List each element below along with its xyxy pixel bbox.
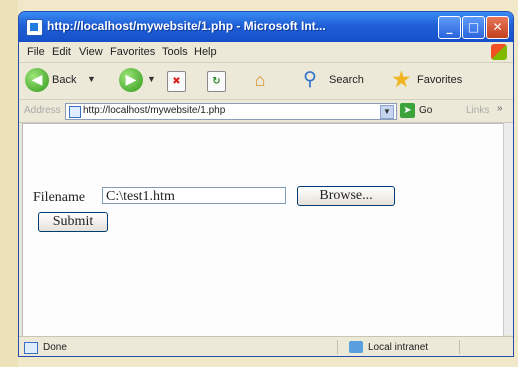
favorites-button-label[interactable]: Favorites xyxy=(417,74,462,86)
title-bar[interactable]: http://localhost/mywebsite/1.php - Micro… xyxy=(19,12,513,42)
vertical-scrollbar[interactable] xyxy=(503,123,513,335)
page-icon xyxy=(69,106,81,118)
minimize-button[interactable]: _ xyxy=(438,16,461,39)
links-chevron-icon[interactable]: » xyxy=(497,103,503,114)
ie-page-icon xyxy=(26,19,43,36)
address-label: Address xyxy=(24,105,61,116)
go-arrow-icon[interactable]: ➤ xyxy=(400,103,415,118)
status-bar: Done Local intranet xyxy=(19,336,513,356)
status-divider xyxy=(459,340,460,354)
refresh-icon[interactable]: ↻ xyxy=(207,71,226,92)
go-button-label[interactable]: Go xyxy=(419,105,432,116)
menu-help[interactable]: Help xyxy=(194,46,217,58)
submit-button[interactable]: Submit xyxy=(38,212,108,232)
menu-bar: File Edit View Favorites Tools Help xyxy=(19,42,513,63)
address-dropdown-chevron-icon[interactable]: ▼ xyxy=(380,105,394,119)
filename-input[interactable]: C:\test1.htm xyxy=(102,187,286,204)
forward-arrow-icon[interactable]: ▶ xyxy=(119,68,143,92)
address-bar: Address http://localhost/mywebsite/1.php… xyxy=(19,100,513,123)
search-button-label[interactable]: Search xyxy=(329,74,364,86)
address-url[interactable]: http://localhost/mywebsite/1.php xyxy=(83,105,225,116)
links-label[interactable]: Links xyxy=(466,105,489,116)
search-icon[interactable]: ⚲ xyxy=(303,69,317,91)
back-button-label[interactable]: Back xyxy=(52,74,76,86)
stop-icon[interactable]: ✖ xyxy=(167,71,186,92)
filename-label: Filename xyxy=(33,190,86,205)
forward-dropdown-chevron-icon[interactable]: ▼ xyxy=(147,74,156,84)
back-arrow-icon[interactable]: ◀ xyxy=(25,68,49,92)
favorites-star-icon[interactable]: ★ xyxy=(391,67,412,91)
page-content: Filename C:\test1.htm Browse... Submit xyxy=(22,123,504,337)
background-left-margin xyxy=(0,0,18,367)
menu-edit[interactable]: Edit xyxy=(52,46,71,58)
status-text: Done xyxy=(43,342,67,353)
address-input[interactable]: http://localhost/mywebsite/1.php ▼ xyxy=(65,103,397,120)
menu-tools[interactable]: Tools xyxy=(162,46,188,58)
maximize-button[interactable]: □ xyxy=(462,16,485,39)
done-page-icon xyxy=(24,342,38,354)
browser-window: http://localhost/mywebsite/1.php - Micro… xyxy=(18,11,514,357)
standard-toolbar: ◀ Back ▼ ▶ ▼ ✖ ↻ ⌂ ⚲ Search ★ Favorites xyxy=(19,63,513,100)
menu-favorites[interactable]: Favorites xyxy=(110,46,155,58)
menu-file[interactable]: File xyxy=(27,46,45,58)
back-dropdown-chevron-icon[interactable]: ▼ xyxy=(87,74,96,84)
browse-button[interactable]: Browse... xyxy=(297,186,395,206)
close-button[interactable]: ✕ xyxy=(486,16,509,39)
local-intranet-icon xyxy=(349,341,363,353)
security-zone-text: Local intranet xyxy=(368,342,429,353)
menu-view[interactable]: View xyxy=(79,46,103,58)
window-title: http://localhost/mywebsite/1.php - Micro… xyxy=(47,19,326,33)
status-divider xyxy=(337,340,338,354)
home-icon[interactable]: ⌂ xyxy=(249,69,271,91)
windows-logo-icon xyxy=(491,44,507,60)
